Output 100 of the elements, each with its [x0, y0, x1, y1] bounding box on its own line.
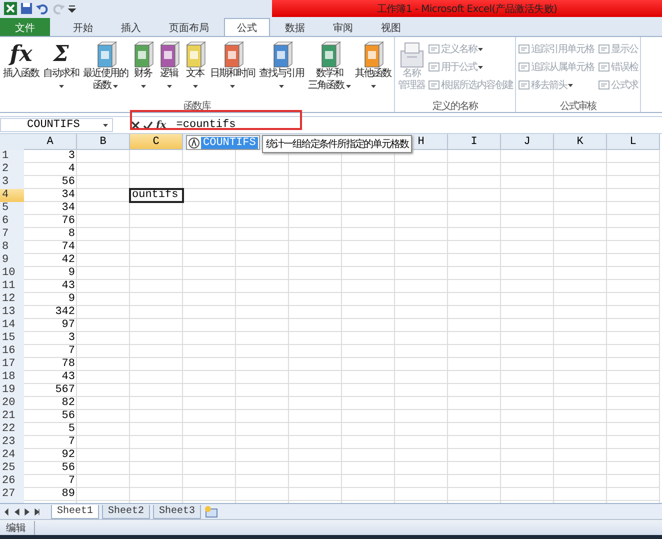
ribbon-tab[interactable]: 页面布局 [156, 18, 222, 36]
table-cell-text: 92 [60, 449, 76, 462]
ribbon-button[interactable]: 其他函数 [353, 39, 393, 99]
column-header[interactable]: K [554, 134, 607, 150]
table-cell-text: 56 [60, 176, 76, 189]
table-cell-text: 34 [60, 202, 76, 215]
row-header[interactable]: 18 [0, 371, 24, 384]
ribbon-button[interactable]: 逻辑 [156, 39, 182, 99]
cancel-icon[interactable] [131, 120, 140, 130]
command-icon [428, 79, 440, 91]
command-icon [598, 43, 610, 55]
save-icon[interactable] [20, 2, 33, 15]
ribbon-tab[interactable]: 插入 [108, 18, 154, 36]
row-header[interactable]: 8 [0, 241, 24, 254]
name-manager-icon [398, 40, 424, 68]
row-header[interactable]: 16 [0, 345, 24, 358]
ribbon-button[interactable]: Σ 自动求和 [41, 39, 81, 99]
ribbon-tab[interactable]: 视图 [368, 18, 414, 36]
row-header[interactable]: 7 [0, 228, 24, 241]
row-header[interactable]: 2 [0, 163, 24, 176]
column-header[interactable]: J [501, 134, 554, 150]
row-header[interactable]: 21 [0, 410, 24, 423]
command-icon [518, 61, 530, 73]
ribbon-tab[interactable]: 数据 [272, 18, 318, 36]
function-icon: Σ [53, 41, 69, 67]
table-cell-text: 9 [67, 293, 76, 306]
row-header[interactable]: 1 [0, 150, 24, 163]
sheet-tab[interactable]: Sheet3 [153, 504, 202, 518]
ribbon-tab[interactable]: 开始 [60, 18, 106, 36]
table-cell-text: 7 [67, 436, 76, 449]
row-header[interactable]: 11 [0, 280, 24, 293]
command-icon [518, 79, 530, 91]
sheet-tab[interactable]: Sheet1 [51, 504, 100, 518]
group-label: 函数库 [182, 100, 212, 112]
excel-logo-icon [4, 2, 17, 15]
ribbon-tab[interactable]: 文件 [0, 18, 50, 36]
check-icon[interactable] [143, 120, 153, 130]
formula-field[interactable]: =countifs [170, 118, 662, 132]
row-header[interactable]: 26 [0, 475, 24, 488]
row-header[interactable]: 23 [0, 436, 24, 449]
column-header[interactable]: I [448, 134, 501, 150]
ribbon-button[interactable]: 财务 [130, 39, 156, 99]
ribbon-button[interactable]: 查找与引用 [257, 39, 306, 99]
table-cell-text: 7 [67, 475, 76, 488]
row-header[interactable]: 17 [0, 358, 24, 371]
table-cell-text: 3 [67, 150, 76, 163]
column-header[interactable]: C [130, 134, 183, 150]
new-sheet-icon[interactable] [204, 505, 218, 518]
row-header[interactable]: 27 [0, 488, 24, 501]
ribbon-button[interactable]: fx 插入函数 [1, 39, 41, 99]
customize-icon[interactable] [68, 4, 76, 13]
command-icon [428, 61, 440, 73]
ribbon-button[interactable]: 数学和 三角函数 [306, 39, 353, 99]
group-label: 公式审核 [559, 100, 598, 112]
row-header[interactable]: 15 [0, 332, 24, 345]
table-cell-text: 82 [60, 397, 76, 410]
ribbon-tab[interactable]: 公式 [224, 18, 270, 36]
ribbon-button[interactable]: 文本 [182, 39, 208, 99]
window-title: 工作簿1 - Microsoft Excel(产品激活失败) [376, 2, 558, 16]
row-header[interactable]: 3 [0, 176, 24, 189]
row-header[interactable]: 25 [0, 462, 24, 475]
table-cell-text: 56 [60, 462, 76, 475]
ribbon-button[interactable]: 最近使用的 函数 [81, 39, 130, 99]
first-sheet-icon[interactable] [4, 508, 10, 516]
undo-icon[interactable] [36, 2, 49, 15]
row-header[interactable]: 10 [0, 267, 24, 280]
row-header[interactable]: 20 [0, 397, 24, 410]
row-header[interactable]: 4 [0, 189, 24, 202]
table-cell-text: 3 [67, 332, 76, 345]
function-tooltip: 统计一组给定条件所指定的单元格数 [262, 135, 412, 153]
ribbon-tab[interactable]: 审阅 [320, 18, 366, 36]
sheet-tab[interactable]: Sheet2 [102, 504, 150, 518]
row-header[interactable]: 13 [0, 306, 24, 319]
command-icon [598, 79, 610, 91]
group-label: 定义的名称 [432, 100, 479, 112]
column-header[interactable]: A [24, 134, 77, 150]
row-header[interactable]: 6 [0, 215, 24, 228]
table-cell-text: 43 [60, 371, 76, 384]
ribbon-button[interactable]: 日期和时间 [208, 39, 257, 99]
table-cell-text: 97 [60, 319, 76, 332]
caret-icon [103, 124, 108, 126]
row-header[interactable]: 22 [0, 423, 24, 436]
row-header[interactable]: 14 [0, 319, 24, 332]
row-header[interactable]: 19 [0, 384, 24, 397]
table-cell-text: 42 [60, 254, 76, 267]
row-header[interactable]: 12 [0, 293, 24, 306]
table-cell-text: 89 [60, 488, 76, 501]
command-icon [518, 43, 530, 55]
last-sheet-icon[interactable] [34, 508, 40, 516]
row-header[interactable]: 9 [0, 254, 24, 267]
table-cell-text: 43 [60, 280, 76, 293]
next-sheet-icon[interactable] [24, 508, 30, 516]
name-box[interactable]: COUNTIFS [0, 118, 113, 132]
table-cell-text: 4 [67, 163, 76, 176]
row-header[interactable]: 24 [0, 449, 24, 462]
row-header[interactable]: 5 [0, 202, 24, 215]
previous-sheet-icon[interactable] [14, 508, 20, 516]
table-cell-text: 78 [60, 358, 76, 371]
table-cell-text: 342 [54, 306, 76, 319]
column-header[interactable]: L [607, 134, 660, 150]
